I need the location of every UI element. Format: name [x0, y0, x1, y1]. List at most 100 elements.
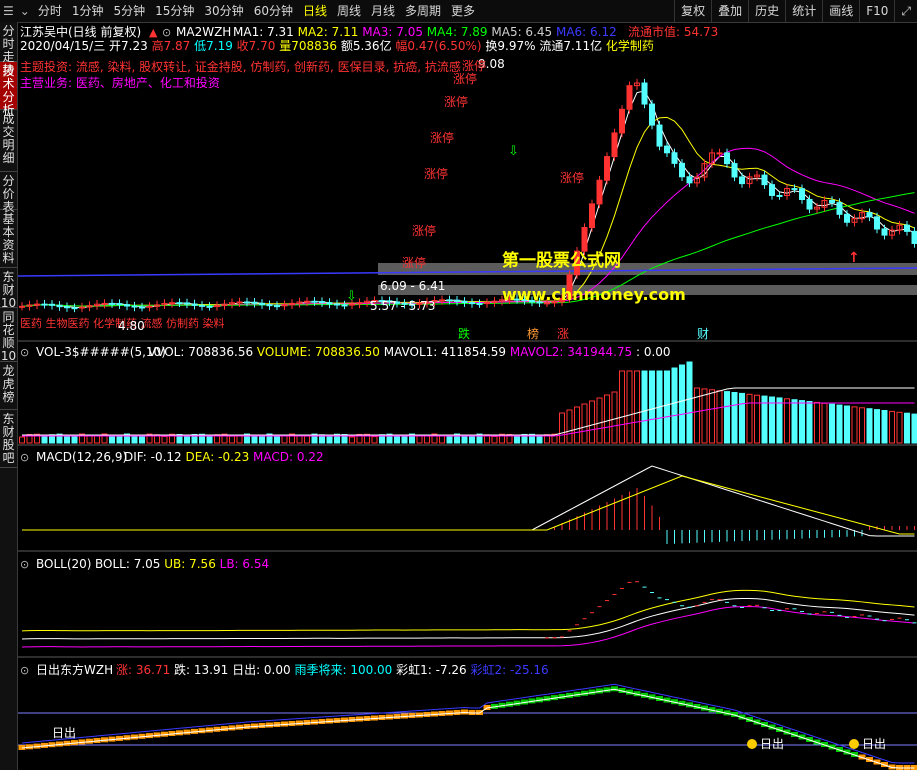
chevron-down-icon[interactable]: ⌄: [17, 4, 33, 18]
volume-bar: [896, 411, 903, 444]
watermark-url: www.chnmoney.com: [502, 285, 686, 304]
period-tab[interactable]: 日线: [298, 0, 332, 22]
period-tab[interactable]: 30分钟: [199, 0, 248, 22]
volume-bar: [634, 370, 640, 444]
volume-bar: [769, 396, 775, 444]
stock-title: 江苏吴中(日线 前复权): [20, 24, 141, 39]
volume-bar: [304, 435, 310, 444]
candle-body: [56, 304, 63, 308]
volume-bar: [754, 394, 760, 444]
event-tag: 榜: [527, 326, 539, 341]
candle-body: [716, 152, 723, 155]
candle-body: [454, 299, 460, 302]
down-arrow-icon: ⇩: [508, 144, 519, 159]
volume-bar: [851, 406, 858, 444]
candle-body: [731, 163, 738, 178]
candle-body: [101, 302, 108, 305]
sun-icon: [747, 739, 757, 749]
limit-up-label: 涨停: [444, 94, 468, 109]
period-tab[interactable]: 5分钟: [108, 0, 150, 22]
ma-values: MA1: 7.31 MA2: 7.11 MA3: 7.05 MA4: 7.89 …: [233, 25, 617, 39]
volume-bar: [821, 402, 828, 444]
sidebar-tab[interactable]: 分时走势: [0, 22, 17, 77]
candle-body: [49, 303, 55, 306]
quote-info: 2020/04/15/三 开7.23 高7.87 低7.19 收7.70 量70…: [20, 38, 654, 53]
volume-bar: [746, 393, 753, 444]
volume-bar: [326, 436, 333, 444]
volume-bar: [889, 410, 895, 444]
toolbar-button[interactable]: 复权: [674, 0, 711, 22]
candle-body: [41, 303, 48, 306]
volume-bar: [679, 364, 685, 444]
candle-body: [911, 230, 917, 244]
period-tab[interactable]: 多周期: [400, 0, 446, 22]
volume-bar: [139, 435, 145, 444]
candle-body: [251, 301, 258, 304]
volume-bar: [626, 370, 633, 444]
candle-body: [686, 176, 693, 184]
candle-body: [334, 303, 340, 306]
volume-bar: [349, 436, 355, 444]
period-tab[interactable]: 更多: [446, 0, 480, 22]
candle-body: [461, 300, 468, 304]
volume-bar: [814, 401, 820, 444]
candle-body: [169, 302, 175, 305]
candle-body: [469, 302, 475, 305]
period-tab[interactable]: 分时: [33, 0, 67, 22]
sidebar-tab[interactable]: 成交明细: [0, 110, 17, 172]
toolbar-button[interactable]: 叠加: [711, 0, 748, 22]
settings-icon: ⊙: [20, 346, 29, 359]
volume-bar: [649, 370, 655, 444]
limit-up-label: 涨停: [462, 58, 486, 73]
limit-up-label: 涨停: [453, 71, 477, 86]
volume-bar: [701, 388, 708, 444]
candle-body: [874, 216, 880, 230]
candle-body: [176, 302, 183, 305]
volume-bar: [904, 412, 910, 444]
candle-body: [184, 302, 190, 305]
candle-body: [769, 184, 775, 196]
boll-values: BOLL: 7.05 UB: 7.56 LB: 6.54: [95, 557, 269, 571]
maximize-icon[interactable]: ⤢: [894, 0, 917, 22]
candle-body: [19, 305, 25, 308]
candle-body: [806, 199, 813, 210]
toolbar-button[interactable]: 画线: [822, 0, 859, 22]
boll-lower-line: [21, 606, 915, 648]
sidebar-tab[interactable]: 基本资料: [0, 210, 17, 268]
menu-icon[interactable]: ☰: [0, 4, 17, 18]
volume-bar: [64, 435, 70, 444]
up-arrow-icon: ▲: [149, 26, 158, 39]
main-business: 主营业务: 医药、房地产、化工和投资: [20, 75, 220, 90]
sidebar-tab[interactable]: 技术分析: [0, 62, 17, 117]
sidebar-tab[interactable]: 同花顺10: [0, 308, 17, 363]
period-tab[interactable]: 月线: [366, 0, 400, 22]
volume-bar: [19, 436, 25, 444]
period-tab[interactable]: 1分钟: [67, 0, 109, 22]
toolbar-button[interactable]: 历史: [748, 0, 785, 22]
candle-body: [274, 305, 280, 308]
toolbar-button[interactable]: 统计: [785, 0, 822, 22]
candle-body: [626, 85, 633, 110]
candle-body: [619, 108, 625, 134]
volume-bar: [874, 409, 880, 444]
sidebar-tab[interactable]: 龙虎榜: [0, 362, 17, 410]
volume-bar: [514, 436, 520, 444]
candle-body: [79, 306, 85, 309]
limit-up-label: 涨停: [402, 255, 426, 270]
sidebar-tab[interactable]: 分价表: [0, 172, 17, 214]
volume-bar: [596, 397, 603, 444]
period-tab[interactable]: 周线: [332, 0, 366, 22]
toolbar-button[interactable]: F10: [859, 0, 894, 22]
vol-values: VVOL: 708836.56 VOLUME: 708836.50 MAVOL1…: [148, 345, 671, 359]
settings-icon: ⊙: [20, 558, 29, 571]
period-tab[interactable]: 15分钟: [150, 0, 199, 22]
candle-body: [326, 302, 333, 305]
kline-chart-area[interactable]: 江苏吴中(日线 前复权) ▲ ⊙ MA2WZH MA1: 7.31 MA2: 7.11 …: [18, 23, 917, 770]
ma-name: MA2WZH: [176, 25, 231, 39]
volume-bar: [664, 370, 670, 444]
period-tab[interactable]: 60分钟: [249, 0, 298, 22]
candle-body: [116, 303, 123, 306]
sidebar-tab[interactable]: 东财股吧: [0, 410, 17, 468]
volume-bar: [836, 404, 843, 444]
sidebar-tab[interactable]: 东财10: [0, 268, 17, 310]
